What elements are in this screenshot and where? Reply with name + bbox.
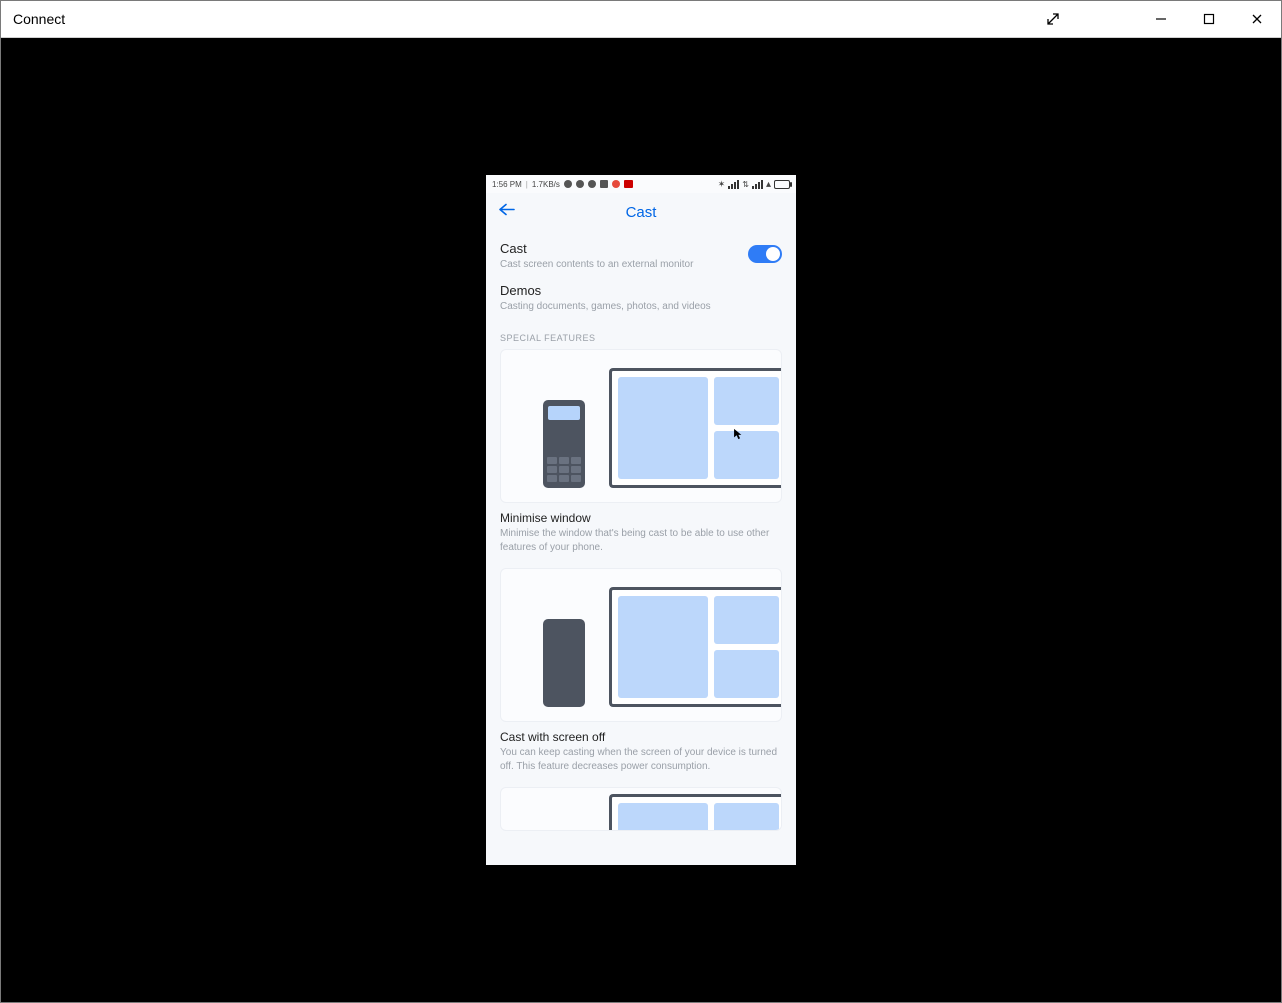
status-time: 1:56 PM: [492, 180, 522, 189]
close-button[interactable]: [1233, 1, 1281, 37]
feature-illustration-minimise: [500, 349, 782, 503]
record-icon: [612, 180, 620, 188]
page-title: Cast: [626, 204, 657, 221]
cursor-icon: [733, 428, 742, 440]
youtube-icon: [624, 180, 633, 188]
monitor-graphic-icon: [609, 587, 782, 707]
feature-illustration-next: [500, 787, 782, 831]
status-bar: 1:56 PM | 1.7KB/s ✶ ⇅ ▴: [486, 175, 796, 193]
status-net: 1.7KB/s: [532, 180, 560, 189]
wifi-icon: ▴: [766, 179, 771, 190]
maximize-button[interactable]: [1185, 1, 1233, 37]
cast-toggle[interactable]: [748, 245, 782, 263]
alarm-icon: [564, 180, 572, 188]
signal2-icon: [752, 180, 763, 189]
section-header: SPECIAL FEATURES: [500, 333, 782, 343]
app-window: Connect 1:56 PM | 1.7KB/s: [0, 0, 1282, 1003]
phone-graphic-icon: [543, 400, 585, 488]
screenoff-title: Cast with screen off: [500, 730, 782, 744]
minimise-title: Minimise window: [500, 511, 782, 525]
cast-sub: Cast screen contents to an external moni…: [500, 258, 748, 271]
clock-icon: [576, 180, 584, 188]
battery-icon: [774, 180, 790, 189]
demos-row[interactable]: Demos Casting documents, games, photos, …: [500, 277, 782, 319]
window-title: Connect: [1, 11, 65, 27]
minimize-button[interactable]: [1137, 1, 1185, 37]
monitor-graphic-icon: [609, 368, 782, 488]
signal1-icon: [728, 180, 739, 189]
bluetooth-icon: ✶: [718, 179, 726, 190]
mic-icon: [600, 180, 608, 188]
app-bar: Cast: [486, 193, 796, 231]
phone-mirror[interactable]: 1:56 PM | 1.7KB/s ✶ ⇅ ▴: [486, 175, 796, 865]
feature-illustration-screenoff: [500, 568, 782, 722]
whatsapp-icon: [588, 180, 596, 188]
window-controls: [1029, 1, 1281, 37]
monitor-graphic-icon: [609, 794, 782, 831]
back-button[interactable]: [498, 203, 516, 222]
mirror-viewport: 1:56 PM | 1.7KB/s ✶ ⇅ ▴: [1, 38, 1281, 1002]
cast-label: Cast: [500, 241, 748, 256]
demos-sub: Casting documents, games, photos, and vi…: [500, 300, 782, 313]
titlebar: Connect: [1, 1, 1281, 38]
cast-toggle-row[interactable]: Cast Cast screen contents to an external…: [500, 231, 782, 277]
fullscreen-icon[interactable]: [1029, 1, 1077, 37]
volte-icon: ⇅: [742, 180, 749, 189]
phone-off-graphic-icon: [543, 619, 585, 707]
minimise-sub: Minimise the window that's being cast to…: [500, 527, 782, 554]
screenoff-sub: You can keep casting when the screen of …: [500, 746, 782, 773]
demos-label: Demos: [500, 283, 782, 298]
settings-scroll[interactable]: Cast Cast screen contents to an external…: [486, 231, 796, 865]
